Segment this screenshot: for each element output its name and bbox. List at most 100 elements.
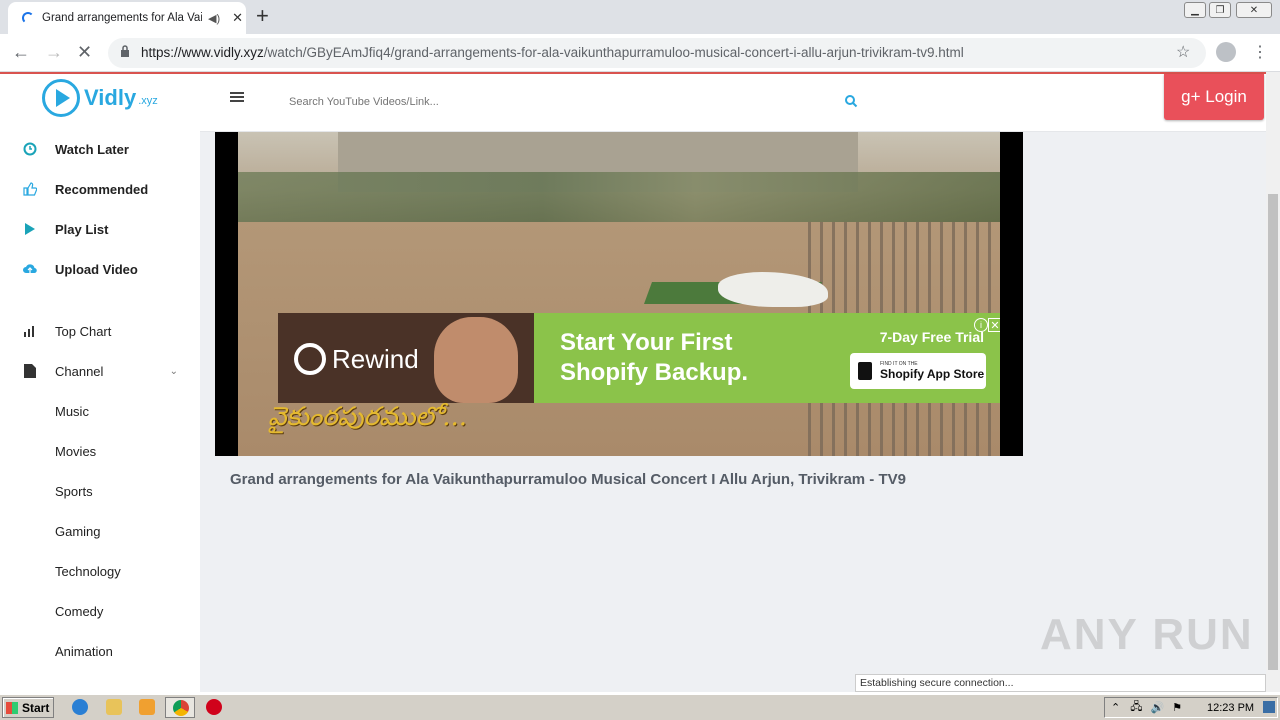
tab-title: Grand arrangements for Ala Vai bbox=[42, 12, 202, 24]
media-player-icon[interactable] bbox=[139, 699, 155, 715]
video-player[interactable]: వైకుంఠపురములో... Rewind Start Your First… bbox=[215, 132, 1023, 456]
address-bar[interactable]: https://www.vidly.xyz/watch/GByEAmJfiq4/… bbox=[108, 38, 1206, 68]
cloud-upload-icon bbox=[22, 261, 38, 277]
search-input[interactable] bbox=[289, 96, 829, 108]
menu-toggle-icon[interactable] bbox=[230, 92, 244, 102]
chrome-taskbar-button[interactable] bbox=[165, 697, 195, 718]
sidebar-item-upload-video[interactable]: Upload Video bbox=[22, 261, 138, 277]
sidebar-item-label: Channel bbox=[55, 363, 104, 379]
browser-toolbar: ← → ✕ https://www.vidly.xyz/watch/GByEAm… bbox=[0, 34, 1280, 72]
chevron-down-icon: ⌄ bbox=[169, 365, 178, 377]
thumbs-up-icon bbox=[22, 181, 38, 197]
folder-icon[interactable] bbox=[106, 699, 122, 715]
ad-trial-text: 7-Day Free Trial bbox=[879, 329, 984, 345]
chrome-menu-icon[interactable]: ⋮ bbox=[1252, 42, 1268, 62]
ad-headline: Start Your First Shopify Backup. bbox=[560, 328, 748, 388]
ad-close-icon[interactable]: ✕ bbox=[988, 318, 1000, 332]
sidebar-item-label: Top Chart bbox=[55, 323, 112, 339]
tray-expand-icon[interactable]: ⌃ bbox=[1111, 701, 1120, 714]
flag-icon[interactable]: ⚑ bbox=[1172, 701, 1182, 714]
chrome-icon bbox=[173, 700, 189, 716]
sidebar-item-technology[interactable]: Technology bbox=[55, 564, 121, 579]
tab-strip: Grand arrangements for Ala Vai ◀) ✕ + ▁ … bbox=[0, 0, 1280, 34]
stop-sign-icon[interactable] bbox=[206, 699, 222, 715]
minimize-button[interactable]: ▁ bbox=[1184, 2, 1206, 18]
rewind-icon bbox=[294, 343, 326, 375]
tab-close-icon[interactable]: ✕ bbox=[232, 10, 243, 26]
system-tray: ⌃ 🖧 🔊 ⚑ 12:23 PM bbox=[1104, 697, 1278, 718]
maximize-button[interactable]: ❐ bbox=[1209, 2, 1231, 18]
ad-headline-line1: Start Your First bbox=[560, 329, 733, 356]
close-window-button[interactable]: ✕ bbox=[1236, 2, 1272, 18]
ad-info-icon[interactable]: i bbox=[974, 318, 988, 332]
url-host: https://www.vidly.xyz bbox=[141, 45, 264, 60]
sidebar-item-top-chart[interactable]: Top Chart bbox=[22, 323, 111, 339]
sidebar-item-recommended[interactable]: Recommended bbox=[22, 181, 148, 197]
google-login-button[interactable]: g+ Login bbox=[1164, 74, 1264, 120]
page-content: Vidly .xyz Watch Later Recommended Play … bbox=[0, 72, 1266, 692]
windows-taskbar: Start ⌃ 🖧 🔊 ⚑ 12:23 PM bbox=[0, 694, 1280, 720]
url-text[interactable]: https://www.vidly.xyz/watch/GByEAmJfiq4/… bbox=[141, 45, 964, 60]
sidebar-item-label: Watch Later bbox=[55, 141, 129, 157]
site-header: g+ Login bbox=[200, 74, 1266, 132]
play-icon bbox=[22, 221, 38, 237]
page-scrollbar[interactable] bbox=[1266, 72, 1280, 692]
sidebar: Vidly .xyz Watch Later Recommended Play … bbox=[0, 74, 200, 692]
logo-name: Vidly bbox=[84, 85, 137, 110]
back-button[interactable]: ← bbox=[12, 42, 30, 63]
status-bubble: Establishing secure connection... bbox=[855, 674, 1266, 692]
video-caption: వైకుంఠపురములో... bbox=[268, 402, 468, 432]
bookmark-star-icon[interactable]: ☆ bbox=[1176, 42, 1190, 62]
ad-headline-line2: Shopify Backup. bbox=[560, 359, 749, 386]
new-tab-button[interactable]: + bbox=[256, 3, 269, 29]
sidebar-item-animation[interactable]: Animation bbox=[55, 644, 113, 659]
file-icon bbox=[22, 363, 38, 379]
sidebar-item-music[interactable]: Music bbox=[55, 404, 89, 419]
video-scene-trees bbox=[238, 172, 1000, 222]
clock-icon bbox=[22, 141, 38, 157]
network-icon[interactable]: 🖧 bbox=[1130, 698, 1142, 717]
bar-chart-icon bbox=[22, 323, 38, 339]
windows-logo-icon bbox=[6, 701, 18, 714]
ad-message-panel: Start Your First Shopify Backup. 7-Day F… bbox=[534, 313, 1000, 403]
sidebar-item-label: Recommended bbox=[55, 181, 149, 197]
play-logo-icon bbox=[42, 79, 80, 117]
video-title: Grand arrangements for Ala Vaikunthapurr… bbox=[230, 471, 906, 488]
browser-tab[interactable]: Grand arrangements for Ala Vai ◀) ✕ bbox=[8, 2, 246, 34]
start-button[interactable]: Start bbox=[2, 697, 54, 718]
site-logo[interactable]: Vidly .xyz bbox=[42, 79, 158, 117]
logo-suffix: .xyz bbox=[138, 95, 158, 107]
search-icon[interactable] bbox=[844, 94, 858, 108]
profile-avatar[interactable] bbox=[1216, 42, 1236, 62]
stop-loading-button[interactable]: ✕ bbox=[77, 42, 92, 63]
loading-spinner-icon bbox=[22, 12, 34, 24]
sidebar-item-watch-later[interactable]: Watch Later bbox=[22, 141, 129, 157]
sidebar-item-comedy[interactable]: Comedy bbox=[55, 604, 103, 619]
start-label: Start bbox=[22, 700, 50, 715]
shopify-app-store-badge[interactable]: FIND IT ON THE Shopify App Store bbox=[850, 353, 986, 389]
shopify-bag-icon bbox=[858, 362, 872, 380]
show-desktop-icon[interactable] bbox=[1263, 701, 1275, 713]
video-ad-banner[interactable]: Rewind Start Your First Shopify Backup. … bbox=[278, 313, 1000, 403]
lock-icon bbox=[121, 45, 129, 57]
ad-brand: Rewind bbox=[332, 343, 419, 374]
ad-brand-panel: Rewind bbox=[278, 313, 534, 403]
sidebar-item-channel[interactable]: Channel ⌄ bbox=[22, 363, 178, 379]
rewind-logo: Rewind bbox=[294, 343, 419, 375]
sidebar-item-label: Upload Video bbox=[55, 261, 138, 277]
internet-explorer-icon[interactable] bbox=[72, 699, 88, 715]
url-path: /watch/GByEAmJfiq4/grand-arrangements-fo… bbox=[263, 45, 964, 60]
volume-icon[interactable]: 🔊 bbox=[1150, 701, 1164, 714]
anyrun-watermark: ANY RUN bbox=[1040, 610, 1254, 659]
sidebar-item-play-list[interactable]: Play List bbox=[22, 221, 108, 237]
sidebar-item-gaming[interactable]: Gaming bbox=[55, 524, 101, 539]
scrollbar-thumb[interactable] bbox=[1268, 194, 1278, 670]
clock: 12:23 PM bbox=[1207, 702, 1255, 714]
forward-button[interactable]: → bbox=[45, 42, 63, 63]
ad-person-image bbox=[434, 317, 518, 403]
sidebar-item-movies[interactable]: Movies bbox=[55, 444, 96, 459]
speaker-icon[interactable]: ◀) bbox=[208, 12, 220, 25]
sidebar-item-sports[interactable]: Sports bbox=[55, 484, 93, 499]
video-frame: వైకుంఠపురములో... Rewind Start Your First… bbox=[238, 132, 1000, 456]
sidebar-item-label: Play List bbox=[55, 221, 109, 237]
